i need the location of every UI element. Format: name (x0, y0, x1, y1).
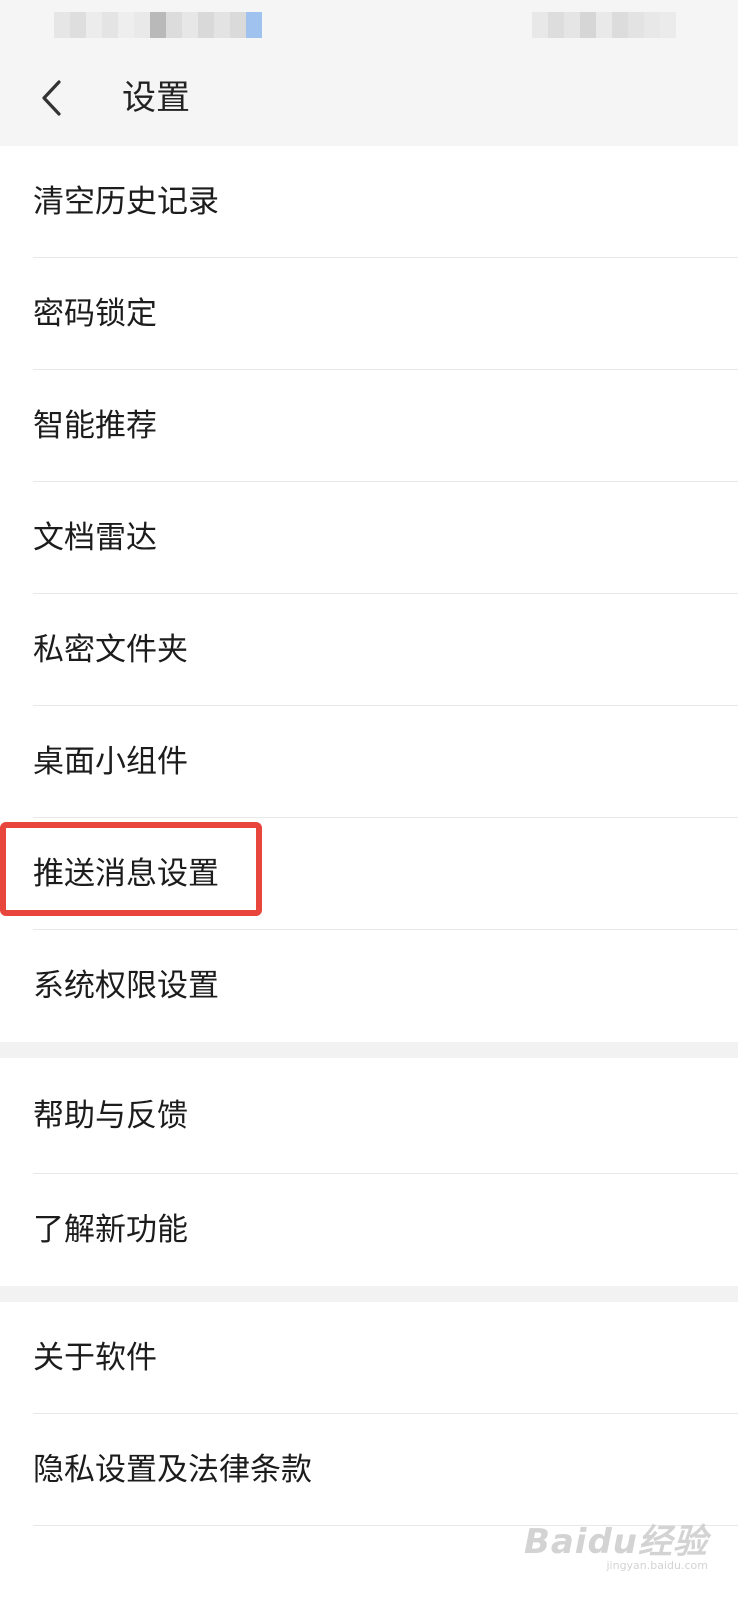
watermark-logo-text: Baidu经验 (523, 1522, 708, 1562)
page-title: 设置 (122, 78, 190, 118)
settings-item-label: 清空历史记录 (33, 184, 219, 220)
settings-item-label: 私密文件夹 (33, 632, 188, 668)
settings-item-label: 关于软件 (33, 1340, 157, 1376)
settings-item-document-radar[interactable]: 文档雷达 (0, 482, 738, 594)
settings-item-label: 推送消息设置 (33, 856, 219, 892)
settings-item-desktop-widget[interactable]: 桌面小组件 (0, 706, 738, 818)
settings-group-help: 帮助与反馈 了解新功能 (0, 1058, 738, 1286)
settings-item-label: 隐私设置及法律条款 (33, 1452, 312, 1488)
settings-item-privacy-legal[interactable]: 隐私设置及法律条款 (0, 1414, 738, 1526)
settings-item-label: 系统权限设置 (33, 968, 219, 1004)
settings-item-label: 桌面小组件 (33, 744, 188, 780)
settings-item-label: 帮助与反馈 (33, 1098, 188, 1134)
section-gap (0, 1286, 738, 1302)
chevron-left-icon (42, 80, 61, 116)
settings-item-help-feedback[interactable]: 帮助与反馈 (0, 1058, 738, 1174)
settings-item-clear-history[interactable]: 清空历史记录 (0, 146, 738, 258)
baidu-jingyan-watermark: Baidu经验 jingyan.baidu.com (524, 1514, 708, 1572)
settings-group-general: 清空历史记录 密码锁定 智能推荐 文档雷达 私密文件夹 桌面小组件 推送消息设置 (0, 146, 738, 1042)
status-bar (0, 0, 738, 50)
settings-item-new-features[interactable]: 了解新功能 (0, 1174, 738, 1286)
settings-item-label: 智能推荐 (33, 408, 157, 444)
section-gap (0, 1042, 738, 1058)
settings-item-push-notification[interactable]: 推送消息设置 (0, 818, 738, 930)
status-bar-left-blurred (54, 12, 262, 38)
settings-item-label: 文档雷达 (33, 520, 157, 556)
settings-group-about: 关于软件 隐私设置及法律条款 (0, 1302, 738, 1526)
settings-item-label: 了解新功能 (33, 1212, 188, 1248)
back-button[interactable] (30, 72, 74, 124)
settings-screen: 设置 清空历史记录 密码锁定 智能推荐 文档雷达 私密文件夹 桌面小组件 推送消… (0, 0, 738, 1600)
navigation-header: 设置 (0, 50, 738, 147)
settings-item-label: 密码锁定 (33, 296, 157, 332)
settings-item-about[interactable]: 关于软件 (0, 1302, 738, 1414)
status-bar-right-blurred (532, 12, 676, 38)
settings-item-password-lock[interactable]: 密码锁定 (0, 258, 738, 370)
settings-item-smart-recommend[interactable]: 智能推荐 (0, 370, 738, 482)
settings-item-system-permissions[interactable]: 系统权限设置 (0, 930, 738, 1042)
settings-item-private-folder[interactable]: 私密文件夹 (0, 594, 738, 706)
